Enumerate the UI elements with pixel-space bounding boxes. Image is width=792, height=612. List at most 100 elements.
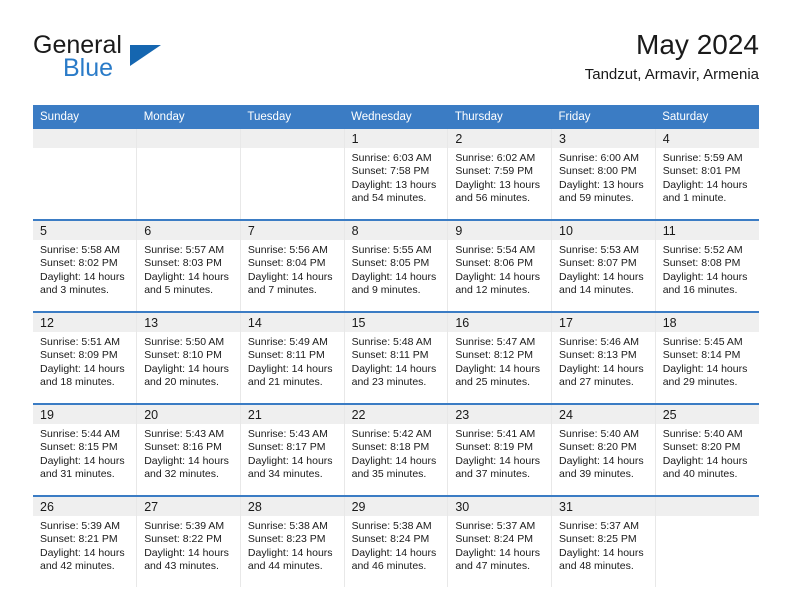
general-blue-logo[interactable]: General Blue bbox=[33, 32, 263, 92]
sunrise-text: Sunrise: 5:44 AM bbox=[40, 428, 120, 440]
calendar-day-cell[interactable]: 4 Sunrise: 5:59 AM Sunset: 8:01 PM Daylight… bbox=[655, 129, 759, 220]
day-details: Sunrise: 5:39 AM Sunset: 8:22 PM Daylight:… bbox=[137, 516, 240, 573]
sunrise-text: Sunrise: 5:50 AM bbox=[144, 336, 225, 348]
daylight-text-line2: and 5 minutes. bbox=[144, 283, 214, 296]
daylight-text-line2: and 18 minutes. bbox=[40, 375, 115, 388]
daylight-text-line1: Daylight: 14 hours bbox=[455, 270, 540, 283]
calendar-day-cell[interactable]: 11 Sunrise: 5:52 AM Sunset: 8:08 PM Dayligh… bbox=[655, 219, 759, 312]
daylight-text-line1: Daylight: 14 hours bbox=[247, 362, 333, 375]
daylight-text-line1: Daylight: 14 hours bbox=[455, 454, 540, 467]
sunset-text: Sunset: 8:09 PM bbox=[40, 349, 118, 362]
sunset-text: Sunset: 8:03 PM bbox=[144, 257, 222, 270]
day-details bbox=[241, 148, 344, 212]
day-number: 4 bbox=[655, 129, 759, 148]
day-details: Sunrise: 5:52 AM Sunset: 8:08 PM Daylight:… bbox=[656, 240, 759, 297]
day-details: Sunrise: 5:50 AM Sunset: 8:10 PM Daylight:… bbox=[137, 332, 240, 389]
day-number: 23 bbox=[448, 405, 552, 424]
calendar-day-cell[interactable]: 10 Sunrise: 5:53 AM Sunset: 8:07 PM Dayligh… bbox=[551, 219, 656, 312]
daylight-text-line2: and 3 minutes. bbox=[40, 283, 109, 296]
calendar-day-cell[interactable]: 16 Sunrise: 5:47 AM Sunset: 8:12 PM Dayligh… bbox=[447, 311, 553, 404]
sunset-text: Sunset: 8:13 PM bbox=[559, 349, 637, 362]
day-details: Sunrise: 5:45 AM Sunset: 8:14 PM Daylight:… bbox=[656, 332, 759, 389]
daylight-text-line2: and 39 minutes. bbox=[559, 467, 634, 480]
day-details: Sunrise: 5:53 AM Sunset: 8:07 PM Daylight:… bbox=[552, 240, 655, 297]
day-details: Sunrise: 5:44 AM Sunset: 8:15 PM Daylight:… bbox=[33, 424, 136, 481]
calendar-day-cell[interactable]: 7 Sunrise: 5:56 AM Sunset: 8:04 PM Daylight… bbox=[240, 219, 345, 312]
calendar-day-cell[interactable]: 5 Sunrise: 5:58 AM Sunset: 8:02 PM Daylight… bbox=[33, 219, 138, 312]
day-details: Sunrise: 5:51 AM Sunset: 8:09 PM Daylight:… bbox=[33, 332, 136, 389]
daylight-text-line2: and 32 minutes. bbox=[144, 467, 219, 480]
calendar-day-cell[interactable]: 18 Sunrise: 5:45 AM Sunset: 8:14 PM Dayligh… bbox=[655, 311, 759, 404]
day-details bbox=[33, 148, 136, 212]
sunset-text: Sunset: 8:23 PM bbox=[247, 533, 326, 546]
daylight-text-line1: Daylight: 14 hours bbox=[662, 270, 748, 283]
calendar-day-cell[interactable]: 26 Sunrise: 5:39 AM Sunset: 8:21 PM Dayligh… bbox=[33, 495, 138, 587]
calendar-day-cell[interactable]: 21 Sunrise: 5:43 AM Sunset: 8:17 PM Dayligh… bbox=[240, 403, 345, 496]
sunset-text: Sunset: 8:24 PM bbox=[351, 533, 430, 546]
sunrise-text: Sunrise: 5:40 AM bbox=[662, 428, 743, 440]
calendar-day-cell[interactable]: 31 Sunrise: 5:37 AM Sunset: 8:25 PM Dayligh… bbox=[551, 495, 656, 587]
daylight-text-line2: and 44 minutes. bbox=[247, 559, 323, 572]
calendar-day-cell[interactable]: 8 Sunrise: 5:55 AM Sunset: 8:05 PM Daylight… bbox=[344, 219, 449, 312]
calendar-day-cell[interactable]: 14 Sunrise: 5:49 AM Sunset: 8:11 PM Dayligh… bbox=[240, 311, 345, 404]
calendar-day-cell[interactable]: 1 Sunrise: 6:03 AM Sunset: 7:58 PM Daylight… bbox=[344, 129, 449, 220]
calendar-day-cell[interactable]: 17 Sunrise: 5:46 AM Sunset: 8:13 PM Dayligh… bbox=[551, 311, 656, 404]
sunrise-text: Sunrise: 6:03 AM bbox=[351, 152, 432, 164]
calendar-day-cell[interactable]: 28 Sunrise: 5:38 AM Sunset: 8:23 PM Dayligh… bbox=[240, 495, 345, 587]
calendar-day-cell[interactable]: 12 Sunrise: 5:51 AM Sunset: 8:09 PM Dayligh… bbox=[33, 311, 138, 404]
day-number: 20 bbox=[137, 405, 240, 424]
sunrise-text: Sunrise: 5:41 AM bbox=[455, 428, 536, 440]
sunset-text: Sunset: 8:16 PM bbox=[144, 441, 222, 454]
calendar-empty-cell bbox=[655, 495, 759, 587]
daylight-text-line1: Daylight: 14 hours bbox=[662, 362, 748, 375]
day-number bbox=[655, 497, 759, 516]
calendar-day-cell[interactable]: 13 Sunrise: 5:50 AM Sunset: 8:10 PM Dayligh… bbox=[136, 311, 241, 404]
calendar-day-cell[interactable]: 19 Sunrise: 5:44 AM Sunset: 8:15 PM Dayligh… bbox=[33, 403, 138, 496]
calendar-week-row: 26 Sunrise: 5:39 AM Sunset: 8:21 PM Dayligh… bbox=[33, 495, 759, 587]
daylight-text-line1: Daylight: 14 hours bbox=[247, 270, 333, 283]
day-details: Sunrise: 5:40 AM Sunset: 8:20 PM Daylight:… bbox=[656, 424, 759, 481]
sunrise-text: Sunrise: 5:56 AM bbox=[247, 244, 328, 256]
calendar-day-cell[interactable]: 9 Sunrise: 5:54 AM Sunset: 8:06 PM Daylight… bbox=[447, 219, 553, 312]
calendar-day-cell[interactable]: 2 Sunrise: 6:02 AM Sunset: 7:59 PM Daylight… bbox=[447, 129, 553, 220]
calendar-day-cell[interactable]: 20 Sunrise: 5:43 AM Sunset: 8:16 PM Dayligh… bbox=[136, 403, 241, 496]
day-number: 22 bbox=[344, 405, 448, 424]
sunset-text: Sunset: 7:58 PM bbox=[351, 165, 430, 178]
calendar-day-cell[interactable]: 22 Sunrise: 5:42 AM Sunset: 8:18 PM Dayligh… bbox=[344, 403, 449, 496]
daylight-text-line1: Daylight: 14 hours bbox=[40, 454, 125, 467]
calendar-day-cell[interactable]: 15 Sunrise: 5:48 AM Sunset: 8:11 PM Dayligh… bbox=[344, 311, 449, 404]
sunrise-text: Sunrise: 5:37 AM bbox=[455, 520, 536, 532]
daylight-text-line1: Daylight: 14 hours bbox=[662, 178, 748, 191]
day-details: Sunrise: 5:41 AM Sunset: 8:19 PM Daylight:… bbox=[448, 424, 551, 481]
calendar-day-cell[interactable]: 25 Sunrise: 5:40 AM Sunset: 8:20 PM Dayligh… bbox=[655, 403, 759, 496]
calendar-week-row: 19 Sunrise: 5:44 AM Sunset: 8:15 PM Dayligh… bbox=[33, 403, 759, 496]
sunset-text: Sunset: 8:25 PM bbox=[559, 533, 637, 546]
page-header: General Blue May 2024 Tandzut, Armavir, … bbox=[33, 28, 759, 98]
page-subtitle: Tandzut, Armavir, Armenia bbox=[584, 66, 759, 83]
calendar-day-cell[interactable]: 29 Sunrise: 5:38 AM Sunset: 8:24 PM Dayligh… bbox=[344, 495, 449, 587]
daylight-text-line2: and 42 minutes. bbox=[40, 559, 115, 572]
sunset-text: Sunset: 8:20 PM bbox=[559, 441, 637, 454]
calendar-day-cell[interactable]: 3 Sunrise: 6:00 AM Sunset: 8:00 PM Daylight… bbox=[551, 129, 656, 220]
daylight-text-line1: Daylight: 14 hours bbox=[351, 546, 437, 559]
weekday-header-sunday: Sunday bbox=[33, 105, 137, 129]
day-details: Sunrise: 5:39 AM Sunset: 8:21 PM Daylight:… bbox=[33, 516, 136, 573]
daylight-text-line2: and 16 minutes. bbox=[662, 283, 738, 296]
calendar-header-row: Sunday Monday Tuesday Wednesday Thursday Frid… bbox=[33, 105, 759, 129]
sunrise-text: Sunrise: 5:57 AM bbox=[144, 244, 225, 256]
day-number: 18 bbox=[655, 313, 759, 332]
sunset-text: Sunset: 8:10 PM bbox=[144, 349, 222, 362]
day-details: Sunrise: 5:42 AM Sunset: 8:18 PM Daylight:… bbox=[345, 424, 448, 481]
sunrise-text: Sunrise: 5:53 AM bbox=[559, 244, 639, 256]
daylight-text-line1: Daylight: 14 hours bbox=[559, 362, 644, 375]
calendar-day-cell[interactable]: 30 Sunrise: 5:37 AM Sunset: 8:24 PM Dayligh… bbox=[447, 495, 553, 587]
calendar-table: Sunday Monday Tuesday Wednesday Thursday Frid… bbox=[33, 105, 759, 587]
calendar-day-cell[interactable]: 23 Sunrise: 5:41 AM Sunset: 8:19 PM Dayligh… bbox=[447, 403, 553, 496]
calendar-empty-cell bbox=[136, 129, 241, 220]
calendar-day-cell[interactable]: 6 Sunrise: 5:57 AM Sunset: 8:03 PM Daylight… bbox=[136, 219, 241, 312]
sunrise-text: Sunrise: 5:47 AM bbox=[455, 336, 536, 348]
day-number: 30 bbox=[448, 497, 552, 516]
day-details: Sunrise: 5:55 AM Sunset: 8:05 PM Daylight:… bbox=[345, 240, 448, 297]
calendar-day-cell[interactable]: 24 Sunrise: 5:40 AM Sunset: 8:20 PM Dayligh… bbox=[551, 403, 656, 496]
calendar-day-cell[interactable]: 27 Sunrise: 5:39 AM Sunset: 8:22 PM Dayligh… bbox=[136, 495, 241, 587]
